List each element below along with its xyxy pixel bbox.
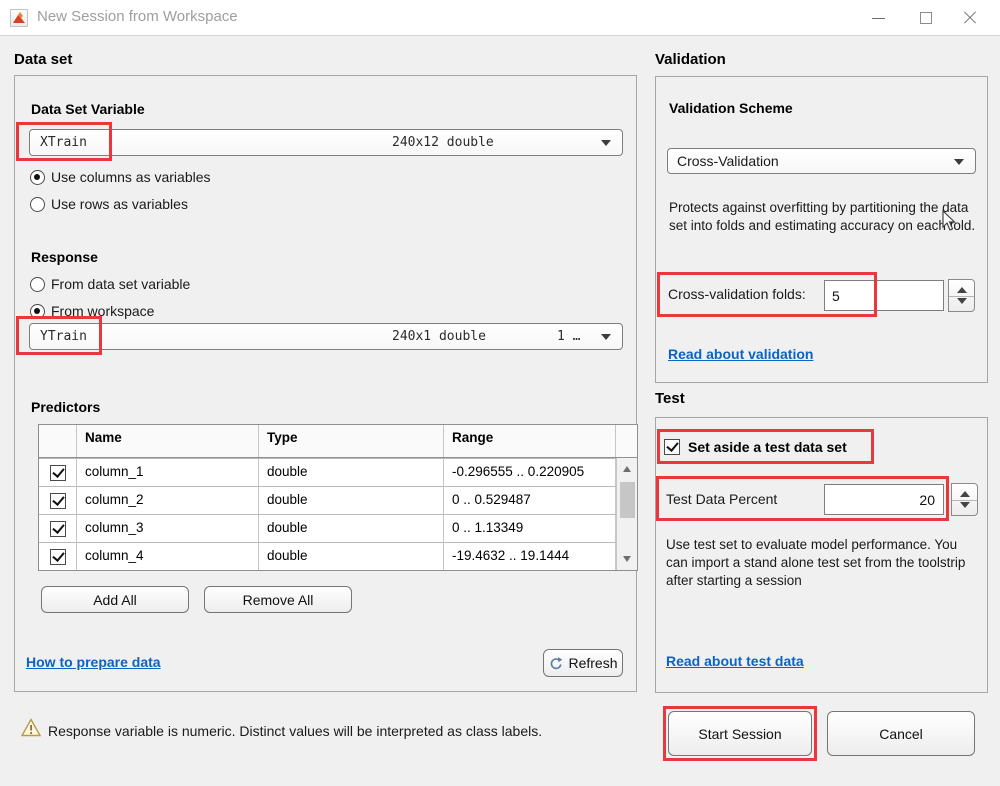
- validation-scheme-label: Validation Scheme: [669, 100, 793, 116]
- cell-range: -19.4632 .. 19.1444: [444, 543, 616, 570]
- radio-use-columns[interactable]: Use columns as variables: [30, 169, 211, 185]
- table-row: column_4 double -19.4632 .. 19.1444: [39, 542, 637, 570]
- validation-scheme-value: Cross-Validation: [677, 153, 779, 169]
- radio-use-rows[interactable]: Use rows as variables: [30, 196, 188, 212]
- response-variable-dropdown[interactable]: YTrain 240x1 double 1 …: [29, 323, 623, 350]
- window-title: New Session from Workspace: [37, 8, 238, 25]
- add-all-button[interactable]: Add All: [41, 586, 189, 613]
- cell-range: -0.296555 .. 0.220905: [444, 459, 616, 486]
- chevron-down-icon: [601, 334, 611, 340]
- dataset-panel: Data Set Variable XTrain 240x12 double U…: [14, 75, 637, 692]
- row-checkbox[interactable]: [50, 493, 66, 509]
- cell-type: double: [259, 515, 444, 542]
- response-label: Response: [31, 249, 98, 265]
- chevron-down-icon: [601, 140, 611, 146]
- scrollbar-thumb[interactable]: [620, 482, 635, 518]
- radio-use-rows-label: Use rows as variables: [51, 196, 188, 212]
- read-about-validation-link[interactable]: Read about validation: [668, 346, 813, 362]
- how-to-prepare-data-link[interactable]: How to prepare data: [26, 654, 161, 670]
- table-row: column_1 double -0.296555 .. 0.220905: [39, 458, 637, 486]
- cell-name[interactable]: column_2: [77, 487, 259, 514]
- spinner-up-icon[interactable]: [960, 491, 970, 497]
- spinner-down-icon[interactable]: [957, 298, 967, 304]
- header-type: Type: [259, 425, 444, 457]
- row-checkbox[interactable]: [50, 465, 66, 481]
- radio-icon: [30, 304, 45, 319]
- cell-range: 0 .. 0.529487: [444, 487, 616, 514]
- predictors-label: Predictors: [31, 399, 100, 415]
- table-header-row: Name Type Range: [39, 425, 637, 458]
- refresh-label: Refresh: [568, 655, 617, 671]
- start-session-button[interactable]: Start Session: [668, 711, 812, 756]
- spinner-down-icon[interactable]: [960, 502, 970, 508]
- cell-name[interactable]: column_4: [77, 543, 259, 570]
- cv-folds-label: Cross-validation folds:: [668, 286, 806, 302]
- radio-from-workspace[interactable]: From workspace: [30, 303, 154, 319]
- matlab-icon: [10, 9, 28, 27]
- data-set-variable-type: 240x12 double: [392, 135, 494, 150]
- response-variable-type: 240x1 double: [392, 329, 486, 344]
- test-data-percent-label: Test Data Percent: [666, 491, 777, 507]
- mouse-cursor: [942, 210, 958, 232]
- radio-icon: [30, 277, 45, 292]
- validation-panel: Validation Scheme Cross-Validation Prote…: [655, 76, 988, 383]
- validation-description: Protects against overfitting by partitio…: [669, 199, 976, 235]
- refresh-icon: [548, 656, 563, 671]
- cell-type: double: [259, 459, 444, 486]
- radio-icon: [30, 197, 45, 212]
- test-percent-stepper[interactable]: [951, 483, 978, 516]
- cell-type: double: [259, 487, 444, 514]
- header-name: Name: [77, 425, 259, 457]
- table-scrollbar[interactable]: [616, 458, 637, 570]
- radio-from-workspace-label: From workspace: [51, 303, 154, 319]
- validation-section-title: Validation: [655, 51, 726, 68]
- data-set-variable-label: Data Set Variable: [31, 101, 145, 117]
- remove-all-button[interactable]: Remove All: [204, 586, 352, 613]
- cell-name[interactable]: column_1: [77, 459, 259, 486]
- refresh-button[interactable]: Refresh: [543, 649, 623, 677]
- test-data-percent-input[interactable]: 20: [824, 484, 944, 515]
- scroll-down-icon[interactable]: [623, 556, 631, 562]
- maximize-icon[interactable]: [904, 0, 948, 36]
- radio-icon: [30, 170, 45, 185]
- radio-from-dataset-variable-label: From data set variable: [51, 276, 190, 292]
- title-bar: New Session from Workspace: [0, 0, 1000, 36]
- header-checkbox-cell: [39, 425, 77, 457]
- validation-scheme-dropdown[interactable]: Cross-Validation: [667, 148, 976, 174]
- header-scrollbar-cell: [616, 425, 637, 457]
- cell-range: 0 .. 1.13349: [444, 515, 616, 542]
- cv-folds-stepper[interactable]: [948, 279, 975, 312]
- checkbox-icon[interactable]: [664, 439, 680, 455]
- test-panel: Set aside a test data set Test Data Perc…: [655, 417, 988, 693]
- radio-use-columns-label: Use columns as variables: [51, 169, 211, 185]
- header-range: Range: [444, 425, 616, 457]
- table-row: column_3 double 0 .. 1.13349: [39, 514, 637, 542]
- cell-name[interactable]: column_3: [77, 515, 259, 542]
- cell-type: double: [259, 543, 444, 570]
- cv-folds-input[interactable]: 5: [824, 280, 944, 311]
- radio-from-dataset-variable[interactable]: From data set variable: [30, 276, 190, 292]
- response-variable-preview: 1 …: [557, 329, 580, 344]
- minimize-icon[interactable]: [856, 0, 900, 36]
- spinner-up-icon[interactable]: [957, 287, 967, 293]
- test-section-title: Test: [655, 390, 685, 407]
- test-description: Use test set to evaluate model performan…: [666, 536, 978, 590]
- warning-text: Response variable is numeric. Distinct v…: [48, 723, 542, 739]
- scroll-up-icon[interactable]: [623, 466, 631, 472]
- cancel-button[interactable]: Cancel: [827, 711, 975, 756]
- row-checkbox[interactable]: [50, 549, 66, 565]
- close-icon[interactable]: [948, 0, 992, 36]
- read-about-test-data-link[interactable]: Read about test data: [666, 653, 804, 669]
- data-set-variable-dropdown[interactable]: XTrain 240x12 double: [29, 129, 623, 156]
- warning-icon: [21, 718, 41, 742]
- chevron-down-icon: [954, 159, 964, 165]
- response-variable-name: YTrain: [40, 329, 87, 344]
- predictors-table: Name Type Range column_1 double -0.29655…: [38, 424, 638, 571]
- set-aside-test-checkbox-row[interactable]: Set aside a test data set: [664, 439, 847, 455]
- dataset-section-title: Data set: [14, 51, 72, 68]
- set-aside-test-label: Set aside a test data set: [688, 439, 847, 455]
- data-set-variable-name: XTrain: [40, 135, 87, 150]
- row-checkbox[interactable]: [50, 521, 66, 537]
- table-row: column_2 double 0 .. 0.529487: [39, 486, 637, 514]
